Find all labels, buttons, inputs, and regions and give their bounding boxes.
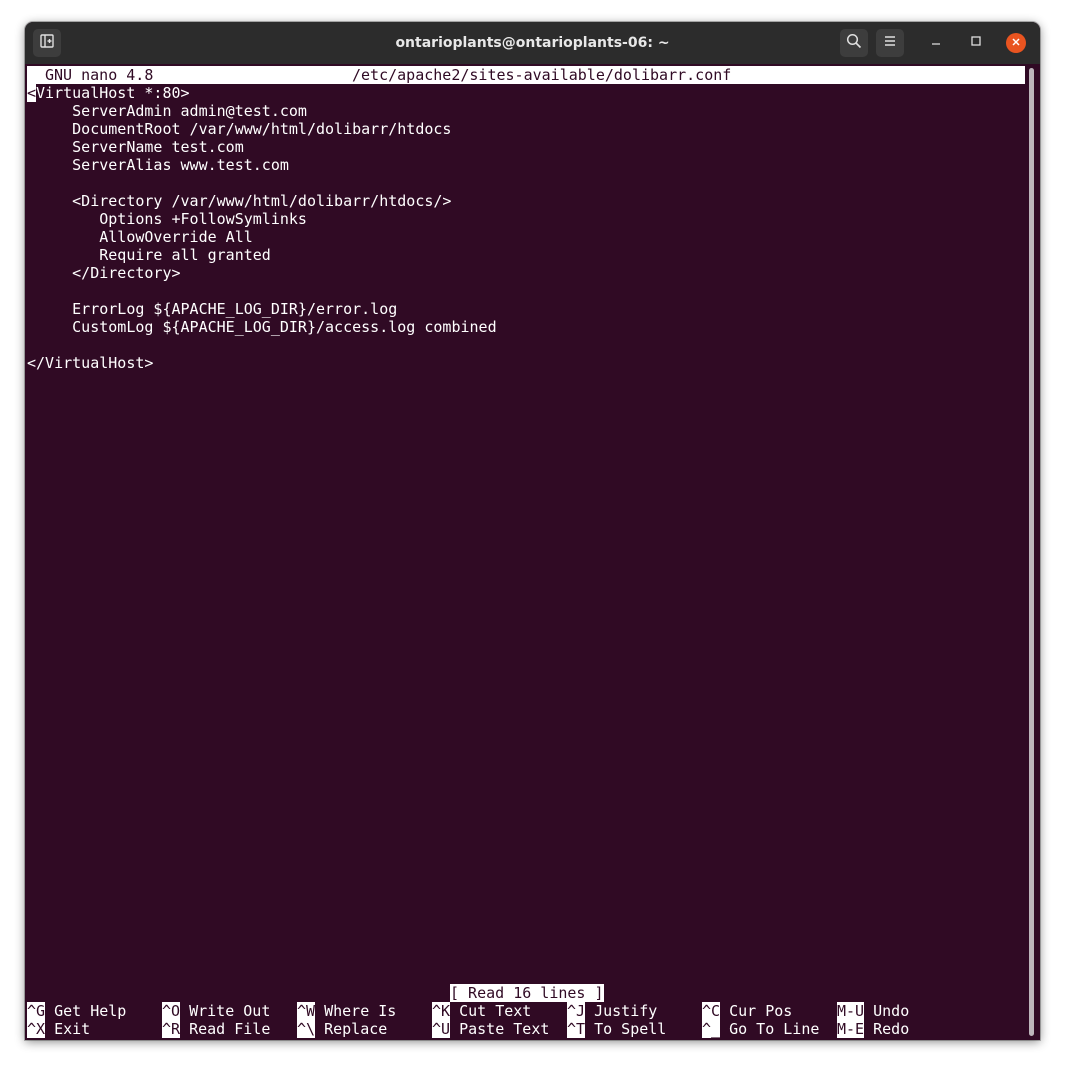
- editor-line[interactable]: </Directory>: [27, 264, 180, 282]
- shortcut-label: Paste Text: [459, 1020, 550, 1038]
- shortcut-exit[interactable]: ^X Exit: [27, 1020, 90, 1038]
- shortcut-replace[interactable]: ^\ Replace: [297, 1020, 387, 1038]
- shortcut-where-is[interactable]: ^W Where Is: [297, 1002, 396, 1020]
- shortcut-key: ^T: [567, 1020, 586, 1038]
- shortcut-key: M-E: [837, 1020, 865, 1038]
- editor-line[interactable]: ServerAlias www.test.com: [27, 156, 289, 174]
- shortcut-key: ^W: [297, 1002, 316, 1020]
- shortcut-key: M-U: [837, 1002, 865, 1020]
- maximize-button[interactable]: [966, 33, 986, 53]
- title-bar[interactable]: ontarioplants@ontarioplants-06: ~: [25, 22, 1040, 64]
- shortcut-label: Exit: [54, 1020, 91, 1038]
- shortcut-key: ^J: [567, 1002, 586, 1020]
- shortcut-write-out[interactable]: ^O Write Out: [162, 1002, 270, 1020]
- nano-version: GNU nano 4.8: [45, 66, 154, 84]
- shortcut-label: Cut Text: [459, 1002, 532, 1020]
- editor-line[interactable]: CustomLog ${APACHE_LOG_DIR}/access.log c…: [27, 318, 496, 336]
- close-icon: [1011, 34, 1021, 52]
- shortcut-label: Go To Line: [729, 1020, 820, 1038]
- shortcut-read-file[interactable]: ^R Read File: [162, 1020, 270, 1038]
- text-cursor: <: [27, 84, 37, 102]
- terminal-window: ontarioplants@ontarioplants-06: ~ GNU na…: [25, 22, 1040, 1040]
- shortcut-key: ^R: [162, 1020, 181, 1038]
- minimize-icon: [930, 34, 942, 52]
- shortcut-key: ^U: [432, 1020, 451, 1038]
- close-button[interactable]: [1006, 33, 1026, 53]
- shortcut-key: ^G: [27, 1002, 46, 1020]
- shortcut-key: ^K: [432, 1002, 451, 1020]
- shortcut-get-help[interactable]: ^G Get Help: [27, 1002, 126, 1020]
- shortcut-cut-text[interactable]: ^K Cut Text: [432, 1002, 531, 1020]
- editor-line-text: VirtualHost *:80>: [36, 84, 190, 102]
- shortcut-paste-text[interactable]: ^U Paste Text: [432, 1020, 549, 1038]
- shortcut-label: To Spell: [594, 1020, 667, 1038]
- terminal-area[interactable]: GNU nano 4.8 /etc/apache2/sites-availabl…: [27, 64, 1027, 1040]
- shortcut-redo[interactable]: M-E Redo: [837, 1020, 909, 1038]
- shortcut-go-to-line[interactable]: ^_ Go To Line: [702, 1020, 819, 1038]
- maximize-icon: [970, 34, 982, 52]
- editor-line[interactable]: ServerAdmin admin@test.com: [27, 102, 307, 120]
- status-message: [ Read 16 lines ]: [450, 984, 604, 1002]
- shortcut-to-spell[interactable]: ^T To Spell: [567, 1020, 666, 1038]
- hamburger-menu-icon: [883, 34, 897, 53]
- editor-line[interactable]: Require all granted: [27, 246, 271, 264]
- nano-header: GNU nano 4.8 /etc/apache2/sites-availabl…: [27, 66, 1025, 84]
- editor-line[interactable]: Options +FollowSymlinks: [27, 210, 307, 228]
- search-button[interactable]: [840, 29, 868, 57]
- editor-line-1[interactable]: <VirtualHost *:80>: [27, 84, 190, 102]
- editor-line[interactable]: ErrorLog ${APACHE_LOG_DIR}/error.log: [27, 300, 397, 318]
- editor-line[interactable]: ServerName test.com: [27, 138, 244, 156]
- minimize-button[interactable]: [926, 33, 946, 53]
- shortcut-justify[interactable]: ^J Justify: [567, 1002, 657, 1020]
- shortcut-key: ^X: [27, 1020, 46, 1038]
- shortcut-label: Read File: [189, 1020, 271, 1038]
- shortcut-label: Where Is: [324, 1002, 397, 1020]
- editor-line[interactable]: DocumentRoot /var/www/html/dolibarr/htdo…: [27, 120, 451, 138]
- nano-filename: /etc/apache2/sites-available/dolibarr.co…: [352, 66, 732, 84]
- shortcut-key: ^\: [297, 1020, 316, 1038]
- shortcut-label: Write Out: [189, 1002, 271, 1020]
- editor-line[interactable]: AllowOverride All: [27, 228, 253, 246]
- shortcut-label: Justify: [594, 1002, 658, 1020]
- terminal-scrollbar[interactable]: [1029, 68, 1034, 1036]
- shortcut-label: Replace: [324, 1020, 388, 1038]
- shortcut-label: Cur Pos: [729, 1002, 793, 1020]
- editor-line[interactable]: <Directory /var/www/html/dolibarr/htdocs…: [27, 192, 451, 210]
- shortcut-label: Redo: [873, 1020, 910, 1038]
- shortcut-key: ^O: [162, 1002, 181, 1020]
- search-icon: [846, 33, 862, 54]
- shortcut-cur-pos[interactable]: ^C Cur Pos: [702, 1002, 792, 1020]
- editor-line[interactable]: </VirtualHost>: [27, 354, 153, 372]
- shortcut-undo[interactable]: M-U Undo: [837, 1002, 909, 1020]
- shortcut-label: Get Help: [54, 1002, 127, 1020]
- shortcut-key: ^C: [702, 1002, 721, 1020]
- shortcut-label: Undo: [873, 1002, 910, 1020]
- shortcut-key: ^_: [702, 1020, 721, 1038]
- menu-button[interactable]: [876, 29, 904, 57]
